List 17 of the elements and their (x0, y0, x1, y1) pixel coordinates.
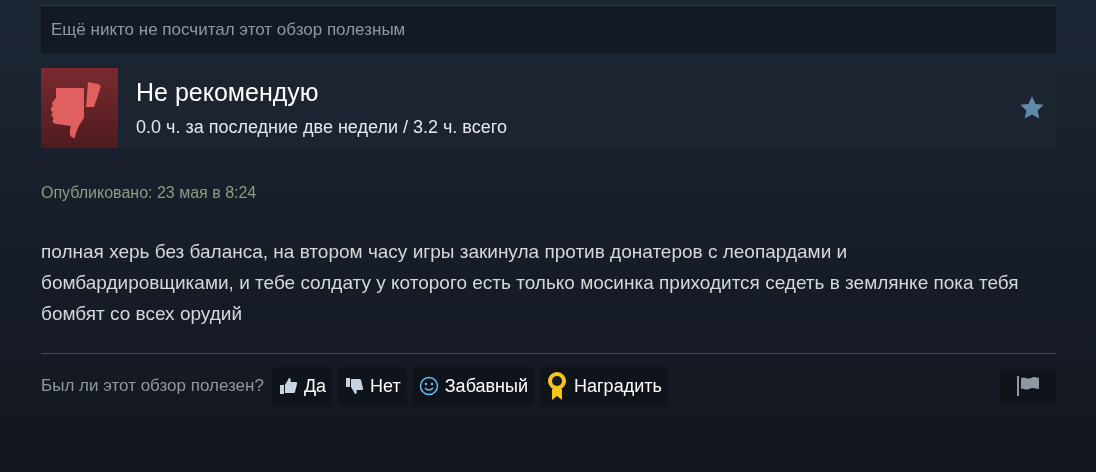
flag-icon (1015, 375, 1041, 397)
vote-button[interactable]: Забавный (412, 367, 535, 405)
thumbs-down-icon (41, 68, 118, 148)
smiley-icon (418, 376, 439, 396)
vote-button[interactable]: Нет (338, 367, 407, 405)
verdict-title: Не рекомендую (136, 76, 320, 108)
playtime-text: 0.0 ч. за последние две недели / 3.2 ч. всего (136, 115, 507, 139)
helpful-question: Был ли этот обзор полезен? (41, 375, 264, 398)
award-icon (546, 371, 569, 401)
review-text: полная херь без баланса, на втором часу игры закинула против донатеров с леопардами и бомбардировщиками, и тебе солдату у которого есть только мосинка приходится седеть в землянке пока тебя бомбят со всех орудий (41, 240, 1020, 326)
helpful-summary: Ещё никто не посчитал этот обзор полезным (41, 5, 1056, 53)
thumbs-up-icon (277, 376, 298, 396)
vote-button[interactable]: Наградить (540, 367, 668, 405)
vote-button[interactable]: Да (271, 367, 333, 405)
report-button[interactable] (1000, 368, 1056, 404)
posted-date: Опубликовано: 23 мая в 8:24 (41, 183, 258, 203)
thumbs-down-icon (344, 376, 365, 396)
